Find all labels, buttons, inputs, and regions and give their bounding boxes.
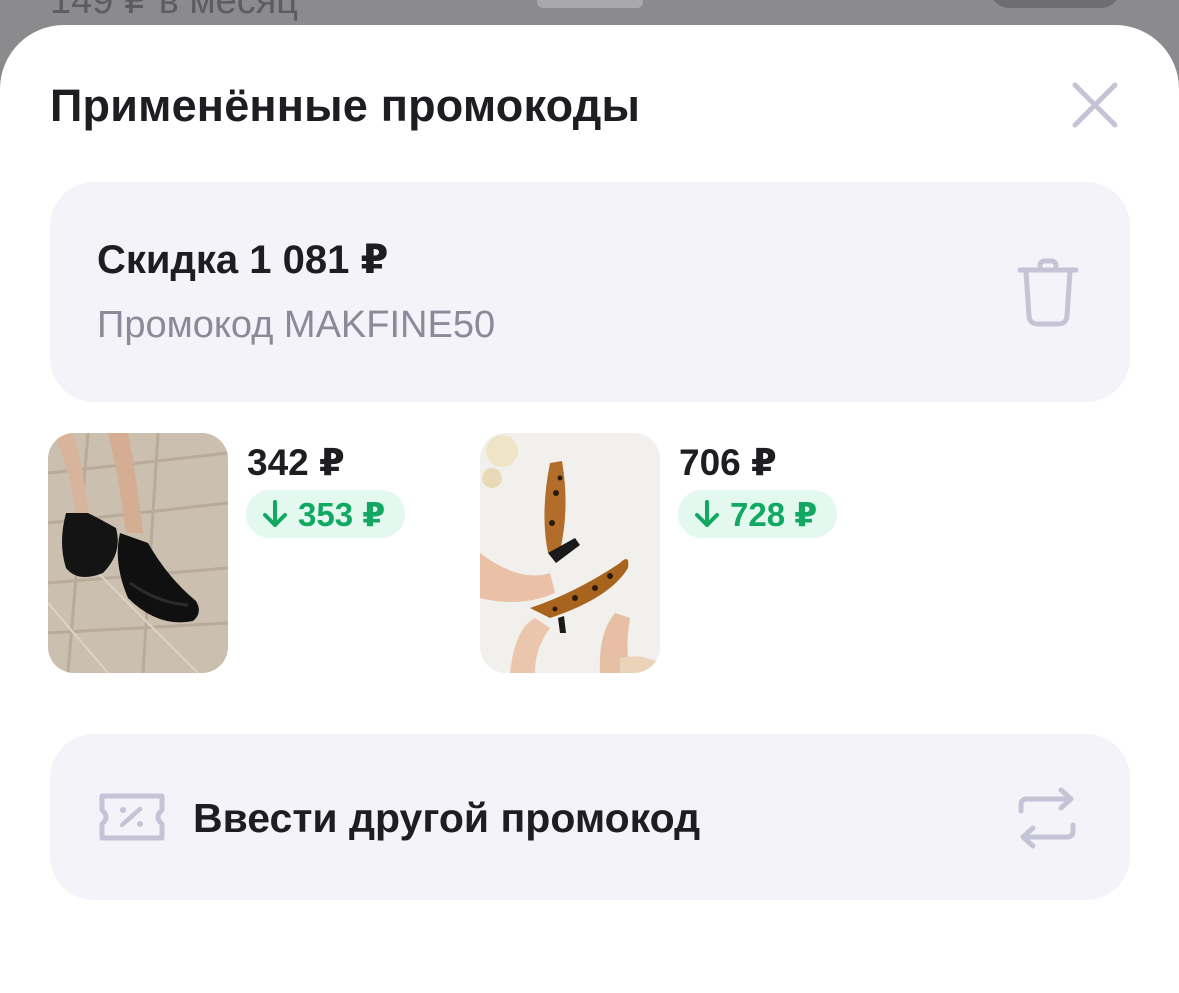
background-toggle [990,0,1120,8]
close-icon [1072,82,1118,128]
arrow-down-icon [695,500,719,527]
applied-promocodes-sheet: Применённые промокоды Скидка 1 081 ₽ Про… [0,25,1179,993]
enter-promo-label: Ввести другой промокод [193,795,701,841]
product-price: 342 ₽ [247,442,345,483]
promo-code-label: Промокод MAKFINE50 [97,304,496,346]
discount-amount: 353 ₽ [298,495,386,533]
enter-another-promo-button[interactable]: Ввести другой промокод [50,734,1130,900]
promo-discount-title: Скидка 1 081 ₽ [97,238,389,282]
sheet-title: Применённые промокоды [50,80,641,131]
close-button[interactable] [1068,78,1122,132]
trash-icon [1017,258,1079,327]
discount-badge: 353 ₽ [246,490,406,538]
coupon-percent-icon [99,793,165,841]
remove-promo-button[interactable] [1015,258,1081,328]
product-image-black-shoes [48,433,228,673]
discount-badge: 728 ₽ [678,490,838,538]
background-tab [537,0,643,8]
swap-arrows-icon [1018,787,1076,849]
product-image-leopard-heels [480,433,660,673]
arrow-down-icon [263,500,287,527]
background-price-text: 149 ₽ в месяц [50,0,299,22]
discount-amount: 728 ₽ [730,495,818,533]
applied-promo-card: Скидка 1 081 ₽ Промокод MAKFINE50 [50,182,1130,402]
product-price: 706 ₽ [679,442,777,483]
